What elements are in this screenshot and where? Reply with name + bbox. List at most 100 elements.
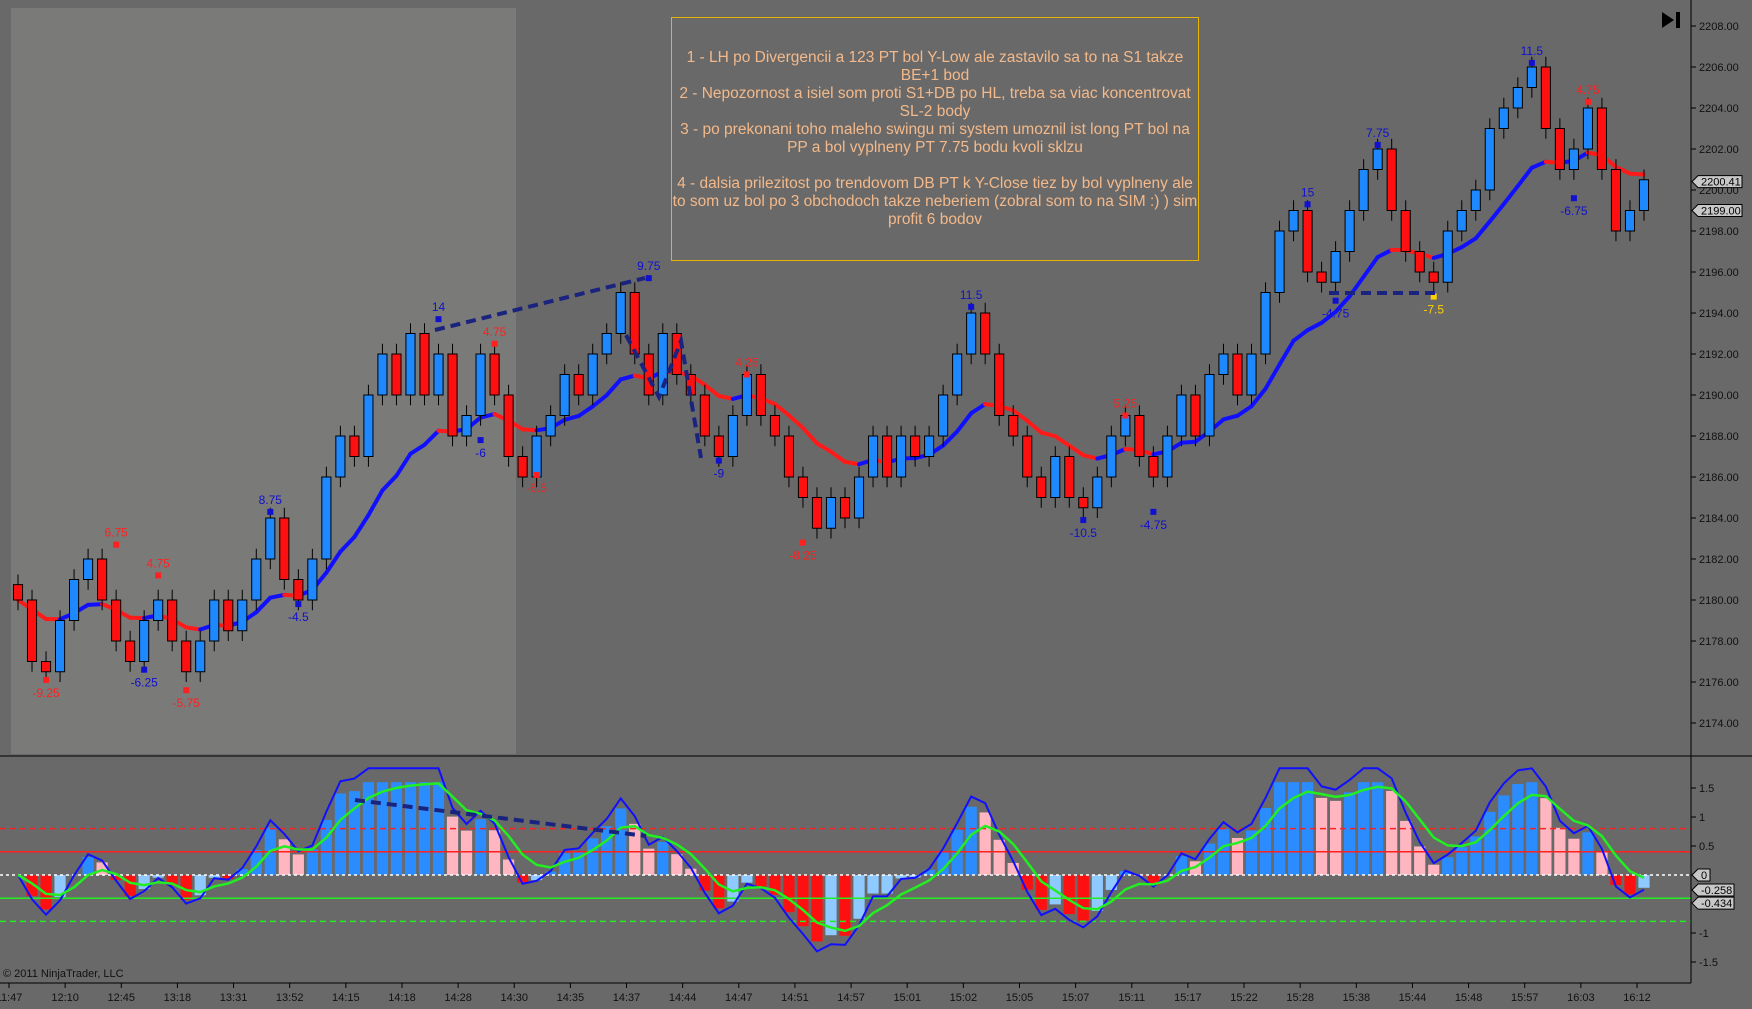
candle-body bbox=[896, 435, 907, 478]
candle-body bbox=[195, 640, 206, 673]
candle-body bbox=[265, 517, 276, 560]
candle-body bbox=[1400, 210, 1411, 252]
candle-body bbox=[1092, 476, 1103, 509]
candle-body bbox=[1148, 456, 1159, 478]
candle-body bbox=[1134, 415, 1145, 457]
histogram-bar bbox=[1330, 800, 1342, 875]
swing-label: -4.75 bbox=[1140, 518, 1168, 532]
swing-marker bbox=[1080, 517, 1087, 524]
trade-notes-box[interactable]: 1 - LH po Divergencii a 123 PT bol Y-Low… bbox=[671, 17, 1199, 261]
y-tick-label: 2188.00 bbox=[1699, 431, 1739, 443]
candle-body bbox=[307, 558, 318, 601]
candle-body bbox=[279, 517, 290, 580]
candle-body bbox=[994, 353, 1005, 416]
histogram-bar bbox=[643, 848, 655, 875]
histogram-bar bbox=[1442, 857, 1454, 875]
swing-marker bbox=[141, 666, 148, 673]
histogram-bar bbox=[1259, 807, 1272, 875]
candle-body bbox=[503, 394, 514, 457]
swing-label: 7.75 bbox=[1366, 126, 1390, 140]
x-tick-label: 14:51 bbox=[781, 992, 809, 1004]
candle-body bbox=[1274, 230, 1285, 293]
swing-label: -7.5 bbox=[1423, 303, 1444, 317]
candle-body bbox=[209, 599, 220, 642]
histogram-bar bbox=[797, 875, 809, 927]
histogram-bar bbox=[488, 830, 501, 875]
osc-tick-label: -1 bbox=[1699, 928, 1709, 940]
histogram-bar bbox=[1063, 875, 1075, 915]
candle-body bbox=[853, 476, 865, 519]
histogram-bar bbox=[587, 838, 599, 875]
candle-body bbox=[1330, 251, 1341, 283]
swing-label: 4.75 bbox=[1576, 83, 1600, 97]
osc-tick-label: 1.5 bbox=[1699, 783, 1714, 795]
swing-marker bbox=[1584, 98, 1591, 105]
candle-body bbox=[1344, 210, 1355, 252]
candle-body bbox=[952, 353, 963, 396]
y-tick-label: 2198.00 bbox=[1699, 226, 1739, 238]
x-tick-label: 14:15 bbox=[332, 992, 360, 1004]
y-tick-label: 2192.00 bbox=[1699, 349, 1739, 361]
swing-label: -6.5 bbox=[526, 481, 547, 495]
candle-body bbox=[1386, 148, 1397, 211]
candle-body bbox=[1568, 148, 1579, 170]
candle-body bbox=[545, 415, 556, 437]
histogram-bar bbox=[699, 875, 711, 891]
histogram-bar bbox=[629, 823, 641, 875]
swing-label: 8.75 bbox=[259, 493, 283, 507]
candle-body bbox=[1050, 456, 1061, 498]
candle bbox=[1386, 138, 1397, 221]
candle bbox=[657, 323, 668, 406]
x-tick-label: 14:37 bbox=[613, 992, 641, 1004]
candle-body bbox=[741, 374, 752, 416]
swing-label: -10.5 bbox=[1070, 526, 1098, 540]
candle bbox=[447, 343, 458, 447]
swing-marker bbox=[1150, 508, 1157, 515]
x-tick-label: 15:05 bbox=[1006, 992, 1034, 1004]
moving-average-segment bbox=[1627, 171, 1646, 177]
candle-body bbox=[1610, 169, 1622, 232]
candle-body bbox=[1288, 210, 1299, 232]
candle-body bbox=[433, 353, 444, 396]
candle bbox=[1260, 282, 1271, 365]
candle-body bbox=[111, 599, 122, 642]
candle-body bbox=[489, 353, 500, 396]
y-tick-label: 2178.00 bbox=[1699, 636, 1739, 648]
scroll-to-end-button[interactable] bbox=[1660, 10, 1684, 30]
swing-label: -4.5 bbox=[288, 610, 309, 624]
price-tag-label: 2200.41 bbox=[1701, 177, 1741, 189]
candle-body bbox=[237, 599, 248, 632]
histogram-bar bbox=[979, 812, 991, 875]
candle-body bbox=[1484, 128, 1495, 191]
swing-label: 11.5 bbox=[1521, 44, 1544, 58]
histogram-bar bbox=[615, 808, 627, 875]
swing-label: 14 bbox=[432, 300, 446, 314]
histogram-bar bbox=[1624, 875, 1636, 895]
candle bbox=[1204, 364, 1215, 447]
y-tick-label: 2176.00 bbox=[1699, 677, 1739, 689]
candle-body bbox=[1232, 353, 1243, 396]
candle-body bbox=[1582, 107, 1593, 150]
candle-body bbox=[938, 394, 949, 437]
swing-label: -6.25 bbox=[130, 676, 158, 690]
x-tick-label: 15:17 bbox=[1174, 992, 1202, 1004]
histogram-bar bbox=[460, 830, 473, 875]
candle-body bbox=[517, 456, 528, 478]
candle-body bbox=[363, 394, 374, 457]
candle-body bbox=[461, 415, 472, 437]
candle bbox=[503, 384, 514, 467]
swing-marker bbox=[743, 371, 750, 378]
candle-body bbox=[1162, 435, 1173, 478]
candle-body bbox=[1638, 179, 1650, 211]
candle bbox=[1274, 220, 1285, 303]
candle-body bbox=[966, 312, 977, 355]
histogram-bar bbox=[1582, 832, 1594, 875]
candle-body bbox=[1414, 251, 1425, 273]
price-tag: -0.434 bbox=[1691, 896, 1735, 910]
candle-body bbox=[1540, 66, 1551, 129]
y-tick-label: 2206.00 bbox=[1699, 62, 1739, 74]
swing-marker bbox=[1374, 141, 1381, 148]
swing-marker bbox=[1332, 297, 1339, 304]
candle-body bbox=[1372, 148, 1383, 170]
swing-label: -6.75 bbox=[1560, 204, 1588, 218]
